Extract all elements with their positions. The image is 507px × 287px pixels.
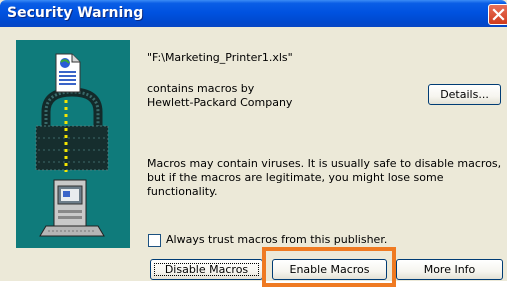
dialog-title: Security Warning: [7, 5, 144, 21]
details-button[interactable]: Details...: [428, 84, 501, 105]
macro-warning-message: Macros may contain viruses. It is usuall…: [147, 157, 502, 198]
more-info-button[interactable]: More Info: [396, 259, 503, 280]
close-icon: [492, 8, 505, 21]
contains-macros-label: contains macros by: [147, 82, 255, 95]
title-bar[interactable]: Security Warning: [0, 0, 507, 27]
always-trust-label[interactable]: Always trust macros from this publisher.: [166, 233, 387, 247]
always-trust-checkbox[interactable]: [148, 234, 161, 247]
close-button[interactable]: [488, 4, 507, 25]
file-path-text: "F:\Marketing_Printer1.xls": [147, 51, 293, 64]
macro-security-icon: [35, 53, 109, 237]
enable-macros-highlight: [262, 247, 396, 287]
publisher-name: Hewlett-Packard Company: [147, 96, 293, 109]
security-illustration-panel: [16, 40, 130, 248]
disable-macros-button[interactable]: Disable Macros: [150, 259, 263, 280]
security-warning-dialog: Security Warning "F:\Marketing_Printer1.…: [0, 0, 507, 287]
